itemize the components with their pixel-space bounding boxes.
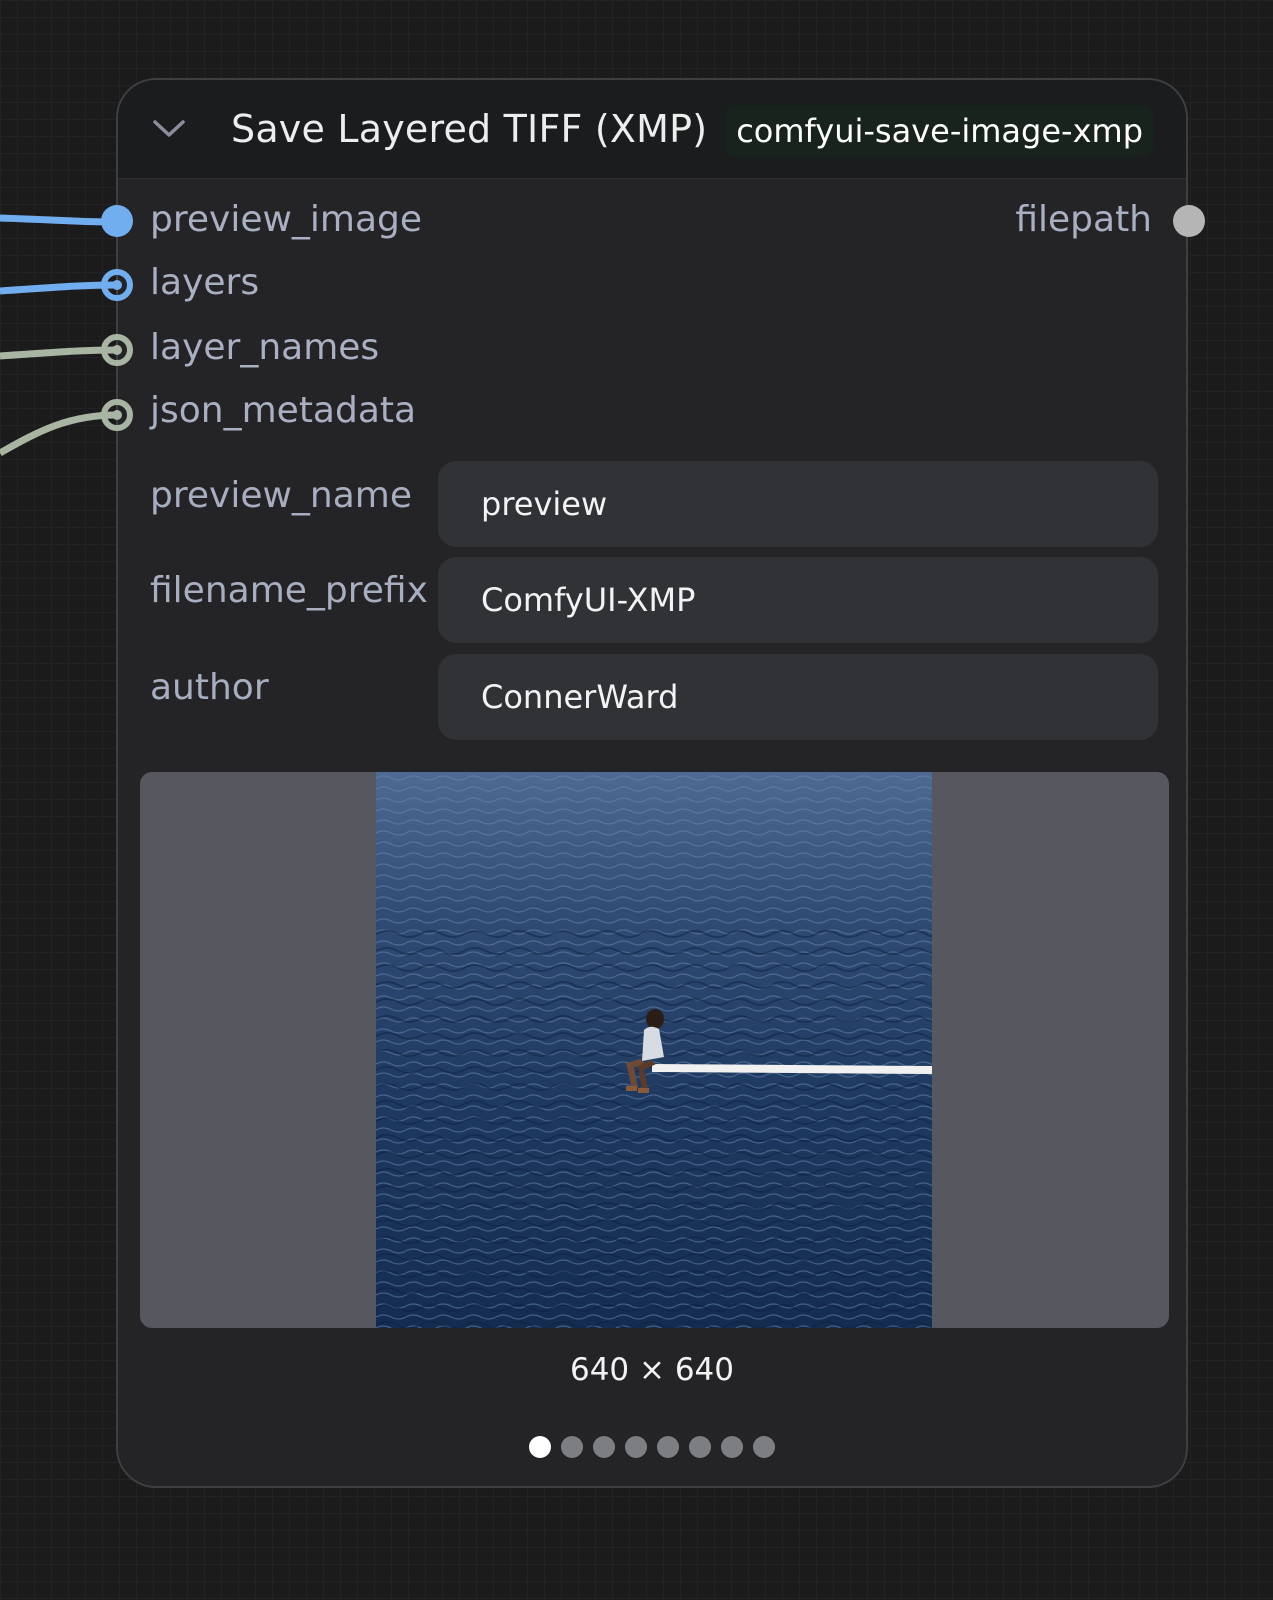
input-label-json-metadata: json_metadata xyxy=(150,390,417,431)
pager-dot-2[interactable] xyxy=(561,1436,583,1458)
pager-dot-8[interactable] xyxy=(753,1436,775,1458)
node-source-badge: comfyui-save-image-xmp xyxy=(726,105,1153,157)
filename-prefix-input[interactable]: ComfyUI-XMP xyxy=(438,557,1158,643)
input-label-preview-image: preview_image xyxy=(150,199,423,240)
input-label-layers: layers xyxy=(150,262,260,303)
output-port-filepath[interactable] xyxy=(1172,204,1206,238)
output-label-filepath: filepath xyxy=(1015,199,1152,240)
image-pager xyxy=(529,1436,775,1458)
input-port-preview-image[interactable] xyxy=(100,204,134,238)
input-port-json-metadata[interactable] xyxy=(100,398,134,432)
pager-dot-1[interactable] xyxy=(529,1436,551,1458)
pager-dot-5[interactable] xyxy=(657,1436,679,1458)
preview-name-input[interactable]: preview xyxy=(438,461,1158,547)
input-port-layer-names[interactable] xyxy=(100,333,134,367)
chevron-down-icon[interactable] xyxy=(152,116,186,142)
input-label-layer-names: layer_names xyxy=(150,327,380,368)
widget-label-author: author xyxy=(150,667,269,708)
image-dimensions: 640 × 640 xyxy=(569,1352,735,1388)
node-title: Save Layered TIFF (XMP) xyxy=(231,107,708,151)
node-header[interactable]: Save Layered TIFF (XMP) comfyui-save-ima… xyxy=(118,80,1186,179)
widget-label-preview-name: preview_name xyxy=(150,475,413,516)
save-layered-tiff-node[interactable]: Save Layered TIFF (XMP) comfyui-save-ima… xyxy=(116,78,1188,1488)
pager-dot-4[interactable] xyxy=(625,1436,647,1458)
image-preview-frame[interactable] xyxy=(140,772,1169,1328)
pager-dot-3[interactable] xyxy=(593,1436,615,1458)
pager-dot-7[interactable] xyxy=(721,1436,743,1458)
widget-label-filename-prefix: filename_prefix xyxy=(150,570,428,611)
preview-image[interactable] xyxy=(376,772,932,1328)
input-port-layers[interactable] xyxy=(100,268,134,302)
pager-dot-6[interactable] xyxy=(689,1436,711,1458)
author-input[interactable]: ConnerWard xyxy=(438,654,1158,740)
